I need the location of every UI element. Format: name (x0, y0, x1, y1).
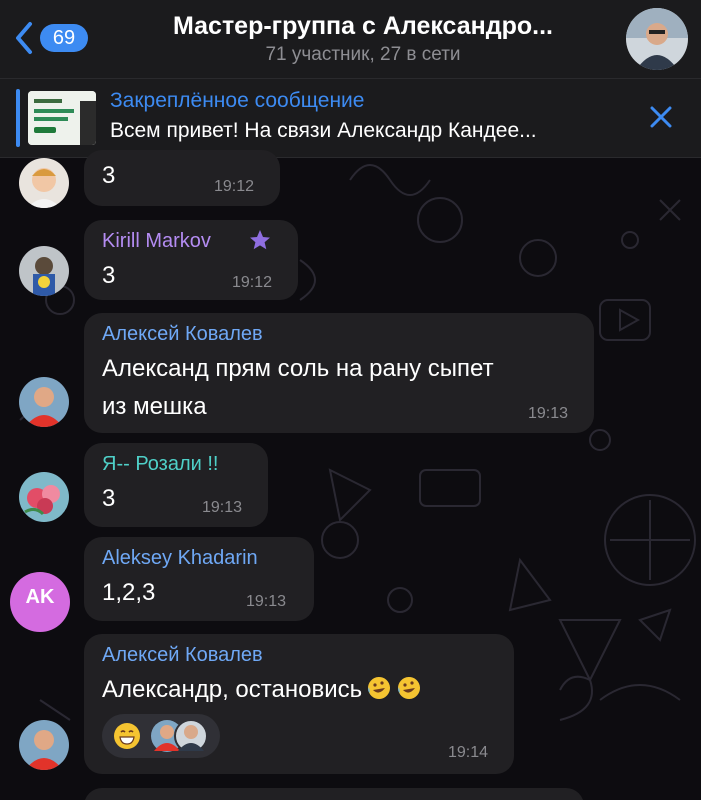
back-chevron-icon[interactable] (12, 20, 36, 56)
pinned-title: Закреплённое сообщение (110, 89, 365, 112)
sender-name[interactable]: Aleksey Khadarin (102, 547, 258, 570)
group-avatar[interactable] (626, 8, 688, 70)
chat-header: 69 Мастер-группа с Александро... 71 учас… (0, 0, 701, 79)
message-text-row: Александр, остановись (102, 672, 422, 708)
message-text-line: Александ прям соль на рану сыпет (102, 355, 494, 382)
pinned-message-bar[interactable]: Закреплённое сообщение Всем привет! На с… (0, 79, 701, 158)
avatar[interactable] (19, 472, 69, 522)
chat-title[interactable]: Мастер-группа с Александро... (118, 12, 608, 41)
message-bubble[interactable]: Kirill Markov 3 19:12 (84, 220, 298, 300)
message-text: Александр, остановись (102, 676, 363, 703)
sender-name[interactable]: Kirill Markov (102, 230, 211, 253)
message-time: 19:12 (214, 178, 255, 195)
rofl-icon (368, 677, 391, 699)
unread-count-badge[interactable]: 69 (40, 24, 88, 52)
message-time: 19:13 (528, 405, 569, 422)
sender-name[interactable]: Я-- Розали !! (102, 453, 218, 476)
message-text: 1,2,3 (102, 579, 156, 606)
avatar[interactable] (19, 377, 69, 427)
message-time: 19:13 (246, 593, 287, 610)
rofl-icon (398, 677, 421, 699)
message-text: 3 (102, 485, 116, 512)
message-bubble[interactable]: Aleksey Khadarin 1,2,3 19:13 (84, 537, 314, 621)
message-text: 3 (102, 262, 116, 289)
message-bubble[interactable] (84, 788, 584, 800)
pinned-thumbnail (28, 91, 96, 145)
reactor-avatar (174, 719, 208, 753)
pinned-accent-line (16, 89, 20, 147)
message-bubble[interactable]: 3 19:12 (84, 150, 280, 206)
chat-subtitle: 71 участник, 27 в сети (265, 44, 461, 65)
avatar[interactable] (19, 246, 69, 296)
grinning-face-icon (114, 723, 140, 749)
message-time: 19:14 (448, 744, 489, 761)
reaction-pill[interactable] (102, 714, 220, 758)
star-icon (250, 230, 270, 250)
sender-name[interactable]: Алексей Ковалев (102, 323, 263, 346)
message-time: 19:13 (202, 499, 243, 516)
message-bubble[interactable]: Алексей Ковалев Александр, остановись 19… (84, 634, 514, 774)
sender-name[interactable]: Алексей Ковалев (102, 644, 263, 667)
close-icon[interactable] (648, 104, 674, 130)
message-text-line: из мешка (102, 393, 207, 420)
message-time: 19:12 (232, 274, 273, 291)
message-bubble[interactable]: Алексей Ковалев Александ прям соль на ра… (84, 313, 594, 433)
avatar[interactable] (19, 720, 69, 770)
avatar[interactable] (19, 158, 69, 208)
avatar-initials[interactable]: AK (10, 572, 70, 632)
message-bubble[interactable]: Я-- Розали !! 3 19:13 (84, 443, 268, 527)
pinned-text: Всем привет! На связи Александр Кандее..… (110, 119, 537, 142)
message-text: 3 (102, 162, 116, 189)
chat-screen: 69 Мастер-группа с Александро... 71 учас… (0, 0, 701, 800)
